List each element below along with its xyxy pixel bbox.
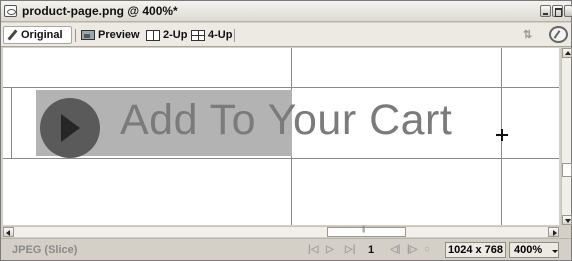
tab-2-up-label: 2-Up <box>163 29 188 41</box>
close-button[interactable] <box>564 5 572 17</box>
minimize-button[interactable] <box>540 5 551 17</box>
move-cursor-icon <box>496 129 508 141</box>
next-frame-icon[interactable]: |▷ <box>407 244 418 255</box>
slice-text: Add To Your Cart <box>120 96 453 144</box>
toolbar-divider <box>75 29 76 42</box>
scroll-up-button[interactable] <box>562 48 572 58</box>
slice-guide <box>3 158 559 159</box>
horizontal-scroll-thumb[interactable] <box>327 226 406 237</box>
arrow-right-icon <box>553 230 557 236</box>
play-button-icon <box>40 98 100 158</box>
tab-2-up[interactable]: 2-Up <box>143 26 191 44</box>
first-frame-icon[interactable]: |◁ <box>308 244 319 255</box>
pencil-icon <box>7 30 18 41</box>
frame-number: 1 <box>368 244 375 256</box>
status-bar: JPEG (Slice) |◁ ▷ ▷| 1 ◁| |▷ ○ 1024 x 76… <box>1 238 571 260</box>
scroll-down-button[interactable] <box>562 215 572 225</box>
vertical-scrollbar[interactable] <box>561 48 572 225</box>
scroll-corner <box>561 226 571 237</box>
arrow-up-icon <box>565 51 571 55</box>
title-bar[interactable]: product-page.png @ 400%* <box>1 1 572 22</box>
vertical-scroll-thumb[interactable] <box>562 163 572 177</box>
format-label: JPEG (Slice) <box>12 244 78 256</box>
slice-guide <box>11 87 12 159</box>
last-frame-icon[interactable]: ▷| <box>345 244 356 255</box>
preview-in-browser-icon[interactable]: ⇅ <box>523 28 537 42</box>
optimize-icon[interactable] <box>549 26 568 43</box>
slice-guide <box>3 87 559 88</box>
tab-4-up-label: 4-Up <box>208 29 233 41</box>
image-dimensions: 1024 x 768 <box>445 242 506 258</box>
toolbar-divider <box>234 29 235 42</box>
play-icon[interactable]: ▷ <box>326 244 334 255</box>
arrow-left-icon <box>6 230 10 236</box>
view-toolbar: Original Preview 2-Up 4-Up ⇅ <box>1 23 571 47</box>
two-up-icon <box>146 29 160 41</box>
tab-original-label: Original <box>21 29 63 41</box>
maximize-button[interactable] <box>552 5 563 17</box>
tab-4-up[interactable]: 4-Up <box>188 26 236 44</box>
horizontal-scrollbar[interactable] <box>3 226 559 237</box>
zoom-dropdown[interactable]: 400% <box>509 242 559 258</box>
tab-preview-label: Preview <box>98 29 140 41</box>
arrow-down-icon <box>565 219 571 223</box>
scroll-right-button[interactable] <box>548 227 559 237</box>
preview-icon <box>81 30 95 40</box>
four-up-icon <box>191 29 205 41</box>
chevron-down-icon <box>552 250 558 253</box>
window-title: product-page.png @ 400%* <box>22 4 178 18</box>
previous-frame-icon[interactable]: ◁| <box>390 244 401 255</box>
tab-original[interactable]: Original <box>3 26 72 44</box>
image-canvas[interactable]: Add To Your Cart <box>3 48 559 225</box>
document-icon <box>4 5 17 17</box>
image-window: product-page.png @ 400%* Original Previe… <box>0 0 572 261</box>
scroll-left-button[interactable] <box>3 227 14 237</box>
zoom-value: 400% <box>514 244 543 256</box>
loop-icon[interactable]: ○ <box>424 244 430 255</box>
tab-preview[interactable]: Preview <box>78 26 144 44</box>
